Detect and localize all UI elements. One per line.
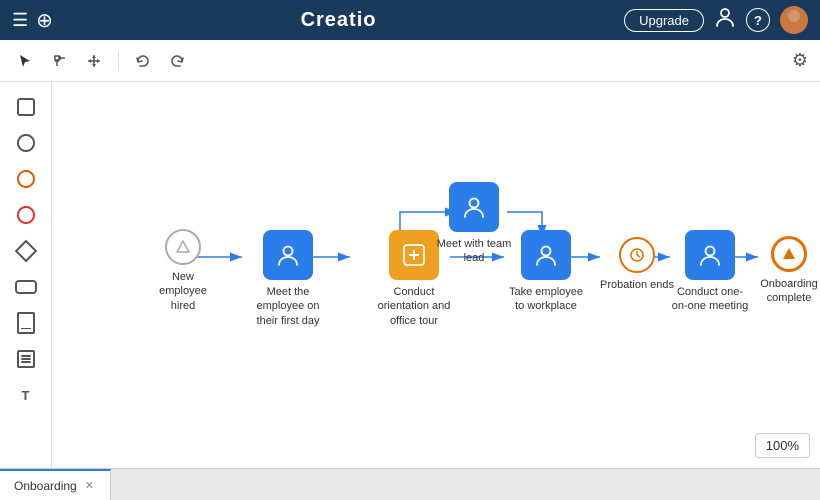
node-take[interactable]: Take employee to workplace (506, 230, 586, 314)
node-start[interactable]: New employee hired (148, 229, 218, 313)
text-shape-icon: T (22, 388, 30, 403)
conduct-shape (389, 230, 439, 280)
node-probation-label: Probation ends (600, 278, 674, 292)
navbar: ☰ ⊕ Creatio Upgrade ? (0, 0, 820, 40)
start-shape (165, 229, 201, 265)
select-tool[interactable] (12, 49, 40, 73)
user-icon[interactable] (714, 6, 736, 34)
add-icon[interactable]: ⊕ (36, 8, 53, 33)
probation-shape (619, 237, 655, 273)
menu-icon[interactable]: ☰ (12, 10, 28, 31)
navbar-left: ☰ ⊕ (12, 8, 53, 33)
diagram-canvas[interactable]: New employee hired Meet the employee on … (52, 82, 820, 468)
navbar-right: Upgrade ? (624, 6, 808, 34)
meet1-shape (263, 230, 313, 280)
node-conduct-label: Conduct orientation and office tour (374, 285, 454, 328)
conduct2-shape (685, 230, 735, 280)
take-icon-bg (521, 230, 571, 280)
redo-button[interactable] (163, 49, 191, 73)
zoom-indicator: 100% (755, 433, 810, 458)
shape-circle-red[interactable] (11, 200, 41, 230)
circle-shape-icon (17, 134, 35, 152)
node-start-label: New employee hired (148, 270, 218, 313)
end-shape (771, 236, 807, 272)
rect-shape-icon (17, 98, 35, 116)
node-take-label: Take employee to workplace (506, 285, 586, 314)
settings-icon[interactable]: ⚙ (792, 50, 808, 71)
shape-rectangle[interactable] (11, 92, 41, 122)
zoom-level: 100% (766, 438, 799, 453)
conduct-icon-bg (389, 230, 439, 280)
toolbar-divider (118, 51, 119, 71)
shape-document[interactable] (11, 308, 41, 338)
toolbar-right: ⚙ (792, 50, 808, 71)
circle-red-icon (17, 206, 35, 224)
shape-database[interactable] (11, 344, 41, 374)
meetlead-icon-bg (449, 182, 499, 232)
app-title: Creatio (301, 9, 377, 32)
meetlead-shape (449, 182, 499, 232)
database-shape-icon (17, 350, 35, 368)
node-meet1-label: Meet the employee on their first day (248, 285, 328, 328)
meet1-icon-bg (263, 230, 313, 280)
avatar[interactable] (780, 6, 808, 34)
tab-bar: Onboarding ✕ (0, 468, 820, 500)
pointer-tool[interactable] (46, 49, 74, 73)
shape-text[interactable]: T (11, 380, 41, 410)
node-conduct2[interactable]: Conduct one-on-one meeting (670, 230, 750, 314)
undo-button[interactable] (129, 49, 157, 73)
probation-circle (619, 237, 655, 273)
document-shape-icon (17, 312, 35, 334)
shape-circle-outline[interactable] (11, 164, 41, 194)
shape-rounded-rect[interactable] (11, 272, 41, 302)
node-probation[interactable]: Probation ends (600, 237, 674, 292)
tab-label: Onboarding (14, 479, 77, 493)
take-shape (521, 230, 571, 280)
shape-circle[interactable] (11, 128, 41, 158)
tab-close-button[interactable]: ✕ (83, 478, 96, 493)
toolbar: ⚙ (0, 40, 820, 82)
end-circle (771, 236, 807, 272)
start-circle (165, 229, 201, 265)
left-panel: T (0, 82, 52, 468)
circle-outline-icon (17, 170, 35, 188)
conduct2-icon-bg (685, 230, 735, 280)
upgrade-button[interactable]: Upgrade (624, 9, 704, 32)
node-conduct2-label: Conduct one-on-one meeting (670, 285, 750, 314)
tab-onboarding[interactable]: Onboarding ✕ (0, 469, 111, 500)
node-meetlead[interactable]: Meet with team lead (434, 182, 514, 266)
rounded-rect-icon (15, 280, 37, 294)
diamond-shape-icon (14, 240, 37, 263)
node-meetlead-label: Meet with team lead (434, 237, 514, 266)
node-end[interactable]: Onboarding complete (758, 236, 820, 306)
move-tool[interactable] (80, 49, 108, 73)
node-meet1[interactable]: Meet the employee on their first day (248, 230, 328, 328)
main-area: T (0, 82, 820, 468)
shape-diamond[interactable] (11, 236, 41, 266)
navbar-center: Creatio (61, 9, 616, 32)
toolbar-tools (12, 49, 191, 73)
help-icon[interactable]: ? (746, 8, 770, 32)
node-end-label: Onboarding complete (758, 277, 820, 306)
